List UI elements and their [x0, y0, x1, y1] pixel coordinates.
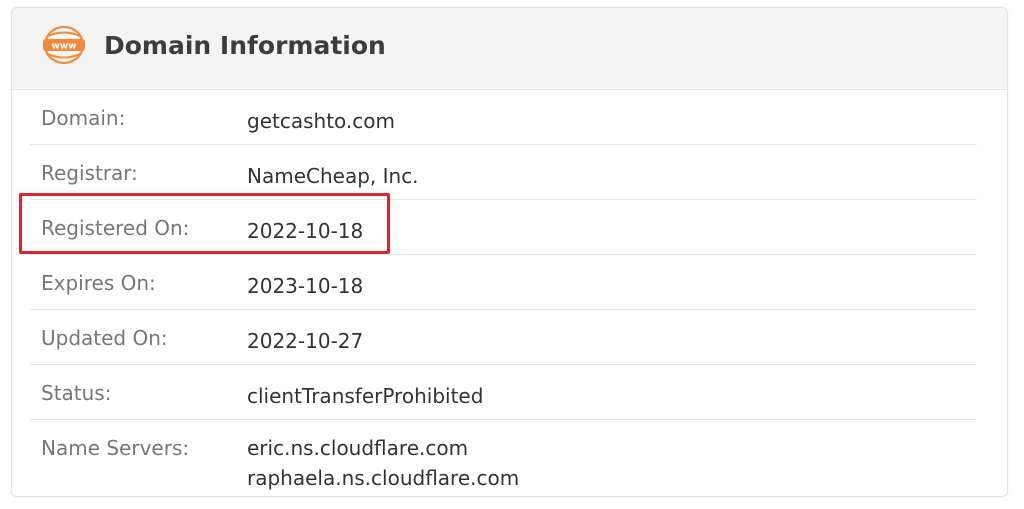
row-label: Registered On:: [41, 216, 190, 240]
name-server-line: raphaela.ns.cloudflare.com: [247, 466, 520, 490]
info-row-updated-on: Updated On: 2022-10-27: [30, 310, 977, 365]
info-row-status: Status: clientTransferProhibited: [30, 365, 977, 420]
row-value: getcashto.com: [247, 106, 395, 136]
info-row-name-servers: Name Servers: eric.ns.cloudflare.com rap…: [30, 420, 977, 496]
row-label: Status:: [41, 381, 112, 405]
row-value: clientTransferProhibited: [247, 381, 483, 411]
value-line: 2022-10-18: [247, 219, 364, 243]
row-label: Name Servers:: [41, 436, 190, 460]
card-header: www Domain Information: [12, 8, 1007, 90]
row-label: Domain:: [41, 106, 126, 130]
value-line: getcashto.com: [247, 109, 395, 133]
info-row-registrar: Registrar: NameCheap, Inc.: [30, 145, 977, 200]
value-line: clientTransferProhibited: [247, 384, 484, 408]
info-row-domain: Domain: getcashto.com: [30, 90, 977, 145]
domain-info-rows: Domain: getcashto.com Registrar: NameChe…: [12, 90, 1007, 496]
info-row-expires-on: Expires On: 2023-10-18: [30, 255, 977, 310]
www-icon-text: www: [52, 42, 77, 52]
domain-information-card: www Domain Information Domain: getcashto…: [11, 7, 1008, 497]
row-value: NameCheap, Inc.: [247, 161, 419, 191]
row-label: Updated On:: [41, 326, 168, 350]
card-title: Domain Information: [104, 31, 386, 60]
info-row-registered-on: Registered On: 2022-10-18: [30, 200, 977, 255]
value-line: NameCheap, Inc.: [247, 164, 419, 188]
value-line: 2022-10-27: [247, 329, 364, 353]
row-value: eric.ns.cloudflare.com raphaela.ns.cloud…: [247, 433, 519, 493]
row-value: 2022-10-27: [247, 326, 363, 356]
www-globe-icon: www: [43, 25, 85, 65]
name-server-line: eric.ns.cloudflare.com: [247, 436, 469, 460]
row-label: Registrar:: [41, 161, 138, 185]
value-line: 2023-10-18: [247, 274, 364, 298]
row-label: Expires On:: [41, 271, 156, 295]
row-value: 2023-10-18: [247, 271, 363, 301]
row-value: 2022-10-18: [247, 216, 363, 246]
